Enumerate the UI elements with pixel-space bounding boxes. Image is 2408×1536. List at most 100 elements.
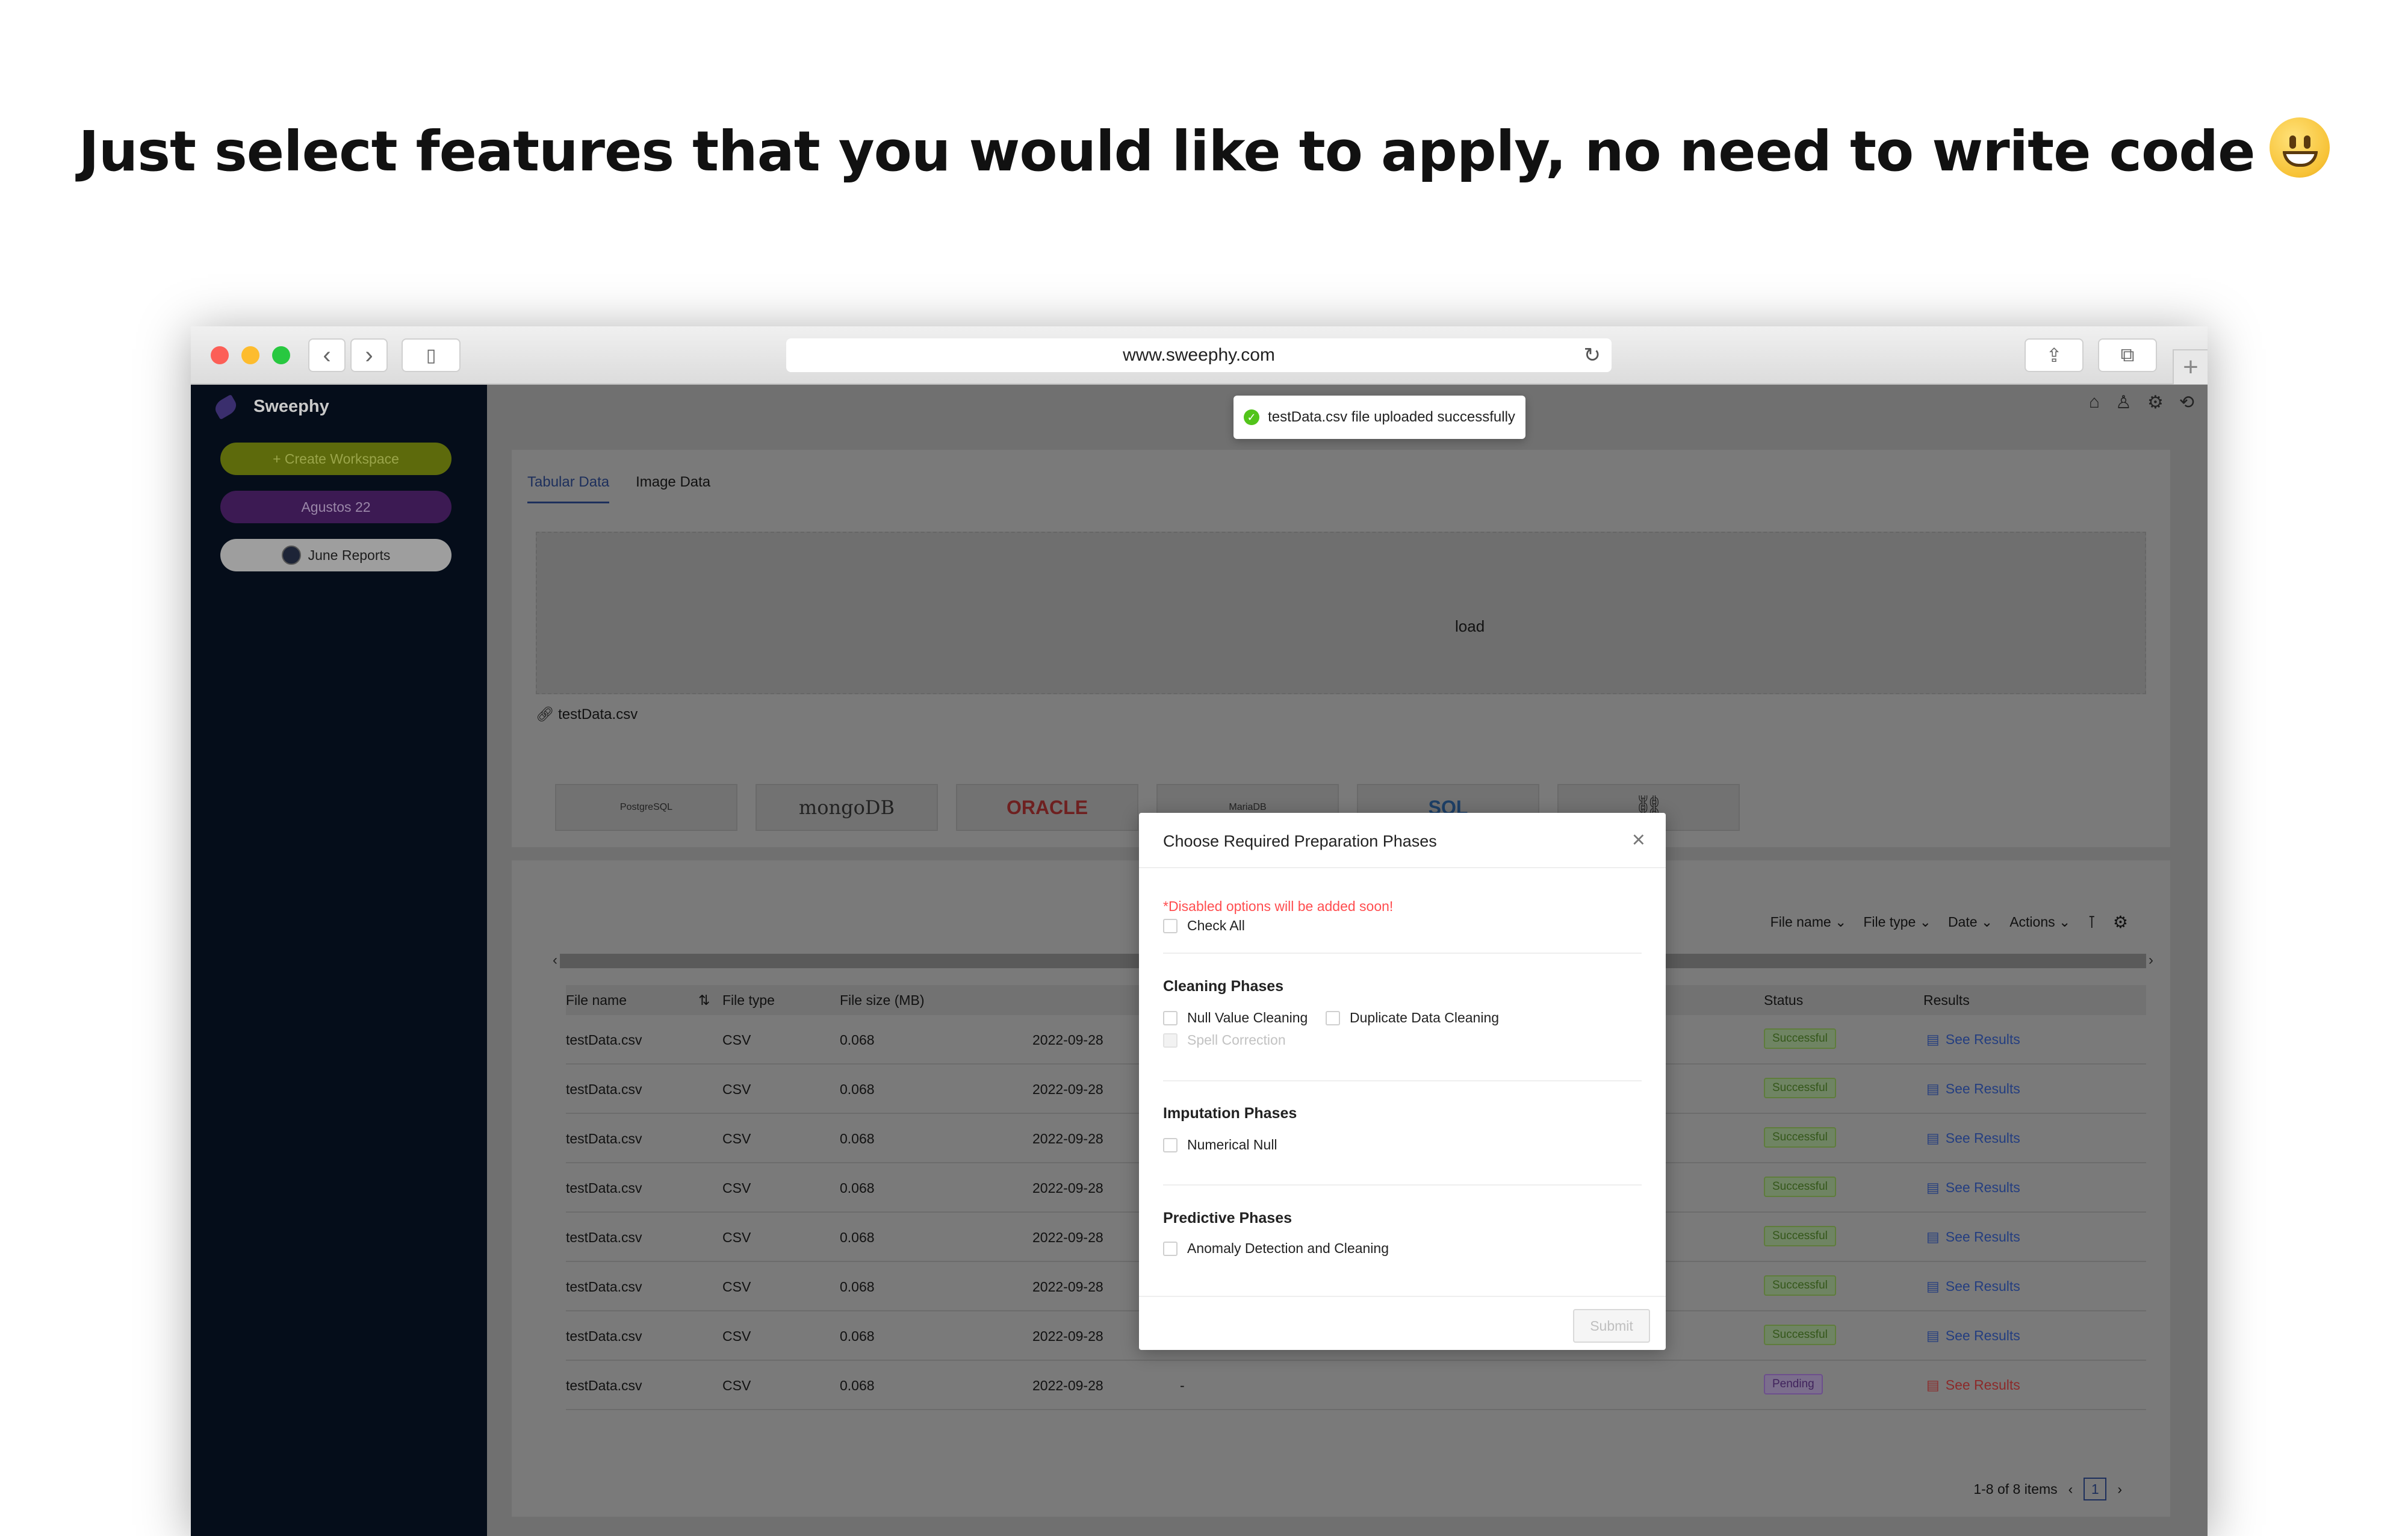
see-results-label: See Results (1945, 1377, 2020, 1393)
see-results-link[interactable]: ▤ See Results (1926, 1130, 2020, 1146)
cell-file-name: testData.csv (566, 1032, 642, 1048)
tab-image-data[interactable]: Image Data (636, 474, 710, 503)
cell-file-type: CSV (722, 1180, 751, 1196)
scroll-left-icon[interactable]: ‹ (553, 952, 557, 969)
table-filters: File name ⌄ File type ⌄ Date ⌄ Actions ⌄… (1770, 912, 2128, 932)
status-badge: Pending (1764, 1374, 1823, 1395)
create-workspace-button[interactable]: + Create Workspace (220, 443, 452, 475)
uploaded-file[interactable]: 🔗︎ testData.csv (536, 706, 638, 723)
reload-icon[interactable]: ↻ (1584, 343, 1601, 367)
url-text: www.sweephy.com (1123, 345, 1275, 365)
divider (1163, 1080, 1642, 1081)
see-results-link[interactable]: ▤ See Results (1926, 1328, 2020, 1344)
tab-tabular-data[interactable]: Tabular Data (527, 474, 610, 503)
upload-dropzone[interactable]: load (536, 532, 2146, 694)
submit-button[interactable]: Submit (1573, 1309, 1650, 1343)
column-height-icon[interactable]: ⊺ (2087, 912, 2096, 932)
sidebar-toggle-icon[interactable]: ▯ (402, 338, 461, 372)
cell-file-name: testData.csv (566, 1279, 642, 1295)
data-type-tabs: Tabular Data Image Data (527, 474, 710, 503)
minimize-window-button[interactable] (241, 346, 259, 364)
phase-tags: - (1180, 1374, 1185, 1394)
status-badge: Successful (1764, 1226, 1836, 1246)
app-name: Sweephy (253, 397, 329, 416)
null-value-cleaning-checkbox[interactable]: Null Value Cleaning (1163, 1010, 1308, 1026)
new-tab-icon[interactable]: + (2173, 349, 2208, 384)
pagination-summary: 1-8 of 8 items (1973, 1481, 2058, 1497)
user-icon[interactable]: ♙ (2115, 392, 2132, 413)
cell-date: 2022-09-28 (1032, 1279, 1103, 1295)
results-icon: ▤ (1926, 1278, 1940, 1294)
upload-toast: ✓ testData.csv file uploaded successfull… (1233, 396, 1525, 439)
back-icon[interactable]: ‹ (308, 338, 346, 372)
see-results-link[interactable]: ▤ See Results (1926, 1081, 2020, 1097)
status-cell: Successful (1764, 1325, 1836, 1345)
cell-file-type: CSV (722, 1279, 751, 1295)
filter-file-name[interactable]: File name ⌄ (1770, 914, 1847, 930)
see-results-link[interactable]: ▤ See Results (1926, 1180, 2020, 1196)
status-badge: Successful (1764, 1127, 1836, 1148)
status-cell: Successful (1764, 1275, 1836, 1296)
address-bar[interactable]: www.sweephy.com ↻ (786, 338, 1612, 372)
see-results-link[interactable]: ▤ See Results (1926, 1229, 2020, 1245)
cell-file-name: testData.csv (566, 1230, 642, 1245)
headline: Just select features that you would like… (0, 117, 2408, 184)
postgresql-source[interactable]: PostgreSQL (555, 784, 737, 831)
sidebar: Sweephy + Create Workspace Agustos 22 Ju… (191, 385, 487, 1536)
anomaly-detection-checkbox[interactable]: Anomaly Detection and Cleaning (1163, 1240, 1389, 1257)
see-results-label: See Results (1945, 1031, 2020, 1047)
forward-icon[interactable]: › (350, 338, 388, 372)
col-file-name[interactable]: File name (566, 992, 627, 1009)
cell-file-type: CSV (722, 1378, 751, 1393)
home-icon[interactable]: ⌂ (2089, 392, 2100, 413)
workspace-label: June Reports (308, 547, 391, 563)
brand: Sweephy (212, 394, 329, 420)
col-file-size: File size (MB) (840, 992, 925, 1008)
divider (1163, 1184, 1642, 1186)
grinning-face-icon (2269, 117, 2330, 178)
next-page-icon[interactable]: › (2117, 1481, 2122, 1497)
logout-icon[interactable]: ⟲ (2179, 392, 2194, 413)
filter-file-type[interactable]: File type ⌄ (1863, 914, 1931, 930)
workspace-june-reports[interactable]: June Reports (220, 539, 452, 571)
settings-icon[interactable]: ⚙ (2147, 392, 2164, 413)
cell-file-name: testData.csv (566, 1131, 642, 1146)
workspace-agustos-22[interactable]: Agustos 22 (220, 491, 452, 523)
cell-date: 2022-09-28 (1032, 1180, 1103, 1196)
scroll-right-icon[interactable]: › (2149, 952, 2153, 969)
table-settings-icon[interactable]: ⚙ (2113, 912, 2128, 932)
oracle-source[interactable]: ORACLE (956, 784, 1138, 831)
check-all-checkbox[interactable]: Check All (1163, 918, 1245, 934)
results-icon: ▤ (1926, 1328, 1940, 1343)
prev-page-icon[interactable]: ‹ (2068, 1481, 2073, 1497)
workspace-avatar (281, 546, 301, 565)
top-icons: ⌂ ♙ ⚙ ⟲ (2089, 392, 2194, 413)
numerical-null-checkbox[interactable]: Numerical Null (1163, 1137, 1277, 1153)
maximize-window-button[interactable] (272, 346, 290, 364)
cell-file-name: testData.csv (566, 1180, 642, 1196)
filter-date[interactable]: Date ⌄ (1948, 914, 1993, 930)
filter-actions[interactable]: Actions ⌄ (2009, 914, 2070, 930)
share-icon[interactable]: ⇪ (2025, 338, 2084, 372)
see-results-link[interactable]: ▤ See Results (1926, 1031, 2020, 1048)
browser-window: ‹ › ▯ www.sweephy.com ↻ ⇪ ⧉ + Sweephy + … (191, 326, 2208, 1536)
sort-icon[interactable]: ⇅ (698, 992, 710, 1009)
see-results-link[interactable]: ▤ See Results (1926, 1377, 2020, 1393)
see-results-link[interactable]: ▤ See Results (1926, 1278, 2020, 1295)
cell-file-type: CSV (722, 1328, 751, 1344)
status-badge: Successful (1764, 1275, 1836, 1296)
duplicate-data-cleaning-checkbox[interactable]: Duplicate Data Cleaning (1326, 1010, 1499, 1026)
close-window-button[interactable] (211, 346, 229, 364)
results-icon: ▤ (1926, 1229, 1940, 1245)
upload-card: Tabular Data Image Data load 🔗︎ testData… (512, 450, 2170, 847)
results-icon: ▤ (1926, 1377, 1940, 1393)
cell-file-type: CSV (722, 1230, 751, 1245)
status-cell: Pending (1764, 1374, 1823, 1395)
mongodb-source[interactable]: mongoDB (756, 784, 938, 831)
status-cell: Successful (1764, 1127, 1836, 1148)
tabs-overview-icon[interactable]: ⧉ (2098, 338, 2157, 372)
current-page-button[interactable]: 1 (2084, 1478, 2107, 1500)
see-results-label: See Results (1945, 1229, 2020, 1245)
close-icon[interactable]: × (1632, 827, 1645, 853)
imputation-phases-title: Imputation Phases (1163, 1105, 1297, 1122)
